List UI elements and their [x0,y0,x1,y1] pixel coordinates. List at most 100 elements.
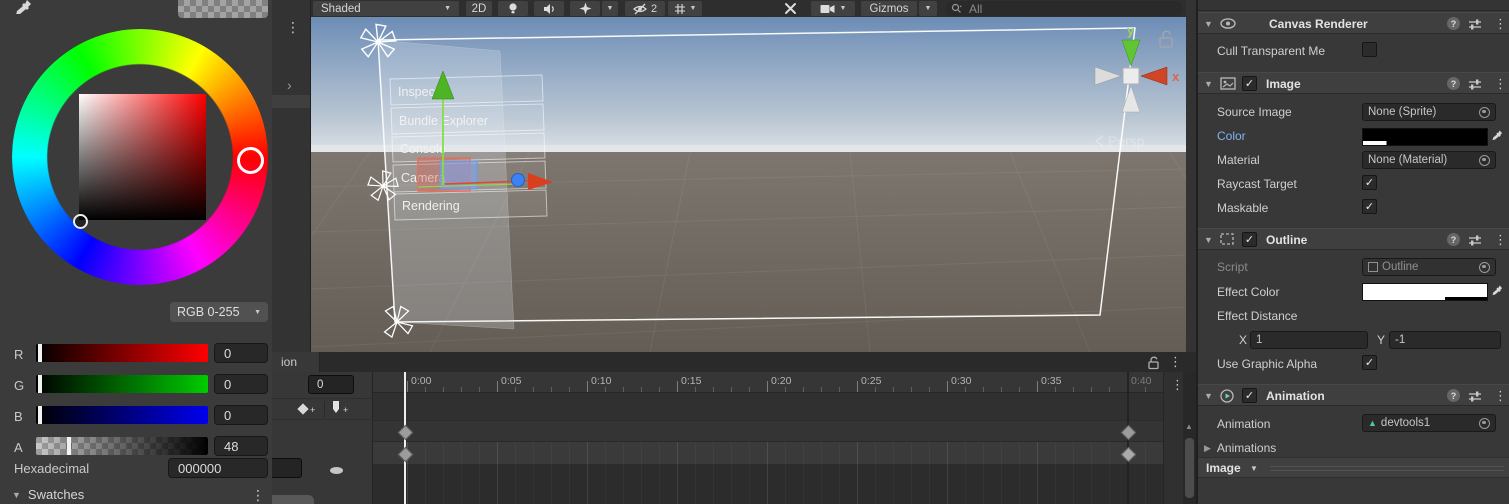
eyedropper-icon[interactable] [1490,283,1504,297]
gizmo-center-handle[interactable] [512,174,525,187]
timeline-ruler[interactable]: 0:00 0:05 0:10 0:15 0:20 0:25 0:30 0:35 … [373,372,1163,393]
animation-tab[interactable]: ion [272,352,320,372]
animation-enabled-checkbox[interactable]: ✓ [1242,388,1257,403]
scene-viewport[interactable]: Inspector Bundle Explorer Console Camera… [310,17,1186,352]
shading-mode-dropdown[interactable]: Shaded ▼ [313,1,459,16]
green-value-field[interactable]: 0 [214,374,268,394]
cull-transparent-label: Cull Transparent Me [1217,44,1325,58]
toggle-2d-button[interactable]: 2D [466,1,492,16]
foldout-arrow-icon[interactable]: ▼ [1204,391,1213,401]
swatches-foldout[interactable]: ▼ Swatches [12,487,84,502]
canvas-renderer-header[interactable]: ▼ Canvas Renderer ? ⋮ [1198,12,1509,34]
gizmos-dropdown[interactable]: Gizmos [861,1,917,16]
kebab-menu-icon[interactable]: ⋮ [1494,76,1507,92]
object-picker-icon[interactable] [1479,262,1490,273]
hidden-objects-button[interactable]: 2 [625,1,665,16]
object-picker-icon[interactable] [1479,107,1490,118]
material-label: Material [1217,153,1260,167]
source-image-field[interactable]: None (Sprite) [1362,103,1496,121]
lock-icon[interactable] [1146,355,1161,370]
use-graphic-alpha-label: Use Graphic Alpha [1217,357,1317,371]
image-enabled-checkbox[interactable]: ✓ [1242,76,1257,91]
object-picker-icon[interactable] [1479,155,1490,166]
component-title: Canvas Renderer [1269,17,1368,31]
blue-slider[interactable] [36,406,208,424]
help-icon[interactable]: ? [1447,233,1460,246]
plus-icon: + [343,405,348,415]
outline-header[interactable]: ▼ ✓ Outline ? ⋮ [1198,228,1509,250]
hexadecimal-field[interactable]: 000000 [168,458,268,478]
cull-transparent-checkbox[interactable] [1362,42,1377,57]
eyedropper-icon[interactable] [1490,128,1504,142]
light-bulb-icon [507,2,519,15]
frame-field[interactable]: 0 [308,375,354,394]
curve-dot [330,467,343,474]
kebab-menu-icon[interactable]: ⋮ [1494,232,1507,248]
tools-icon [784,2,797,15]
expand-chevron-icon[interactable]: › [287,77,292,93]
use-graphic-alpha-checkbox[interactable]: ✓ [1362,355,1377,370]
scene-lighting-button[interactable] [498,1,528,16]
outline-enabled-checkbox[interactable]: ✓ [1242,232,1257,247]
y-field[interactable]: -1 [1389,331,1501,349]
foldout-arrow-icon[interactable]: ▼ [1204,19,1213,29]
color-swatch[interactable] [1362,128,1488,146]
image-header[interactable]: ▼ ✓ Image ? ⋮ [1198,72,1509,94]
effect-color-swatch[interactable] [1362,283,1488,301]
scene-tools-button[interactable] [775,1,805,16]
add-event-button[interactable]: + [332,400,354,418]
orientation-center-cube[interactable] [1123,68,1139,84]
red-value-field[interactable]: 0 [214,343,268,363]
maskable-checkbox[interactable]: ✓ [1362,199,1377,214]
alpha-value-field[interactable]: 48 [214,436,268,456]
scene-audio-button[interactable] [534,1,564,16]
add-keyframe-button[interactable]: + [296,402,318,417]
timeline-track-row-1[interactable] [373,420,1163,442]
image-bar-label: Image [1206,461,1241,475]
tick-0-40: 0:40 [1131,375,1151,387]
gizmos-chevron[interactable]: ▼ [919,1,937,16]
saturation-value-selector[interactable] [73,214,88,229]
script-label: Script [1217,260,1248,274]
material-field[interactable]: None (Material) [1362,151,1496,169]
scene-search-field[interactable]: All [945,1,1183,16]
object-picker-icon[interactable] [1479,418,1490,429]
animation-clip-field[interactable]: ▲ devtools1 [1362,414,1496,432]
eyedropper-icon[interactable] [12,0,34,14]
presets-icon[interactable] [1468,390,1482,403]
x-field[interactable]: 1 [1250,331,1368,349]
kebab-menu-icon[interactable]: ⋮ [1494,388,1507,404]
foldout-arrow-icon[interactable]: ▼ [1204,235,1213,245]
blue-value-field[interactable]: 0 [214,405,268,425]
help-icon[interactable]: ? [1447,17,1460,30]
strip-menu-icon[interactable]: ⋮ [286,19,300,36]
scrollbar-thumb[interactable] [1185,438,1194,498]
help-icon[interactable]: ? [1447,77,1460,90]
grid-visibility-dropdown[interactable]: ▼ [668,1,702,16]
raycast-target-checkbox[interactable]: ✓ [1362,175,1377,190]
animation-menu-icon[interactable]: ⋮ [1169,354,1182,370]
help-icon[interactable]: ? [1447,389,1460,402]
color-mode-dropdown[interactable]: RGB 0-255 ▼ [170,302,268,322]
swatches-menu-icon[interactable]: ⋮ [251,487,265,504]
foldout-arrow-icon[interactable]: ▼ [1204,79,1213,89]
alpha-slider[interactable] [36,437,208,455]
saturation-value-box[interactable] [79,94,206,220]
kebab-menu-icon[interactable]: ⋮ [1494,16,1507,32]
presets-icon[interactable] [1468,234,1482,247]
scroll-up-icon[interactable]: ▲ [1185,422,1193,431]
timeline-scrollbar[interactable]: ▲ [1183,372,1196,504]
scene-camera-dropdown[interactable]: ▼ [811,1,855,16]
presets-icon[interactable] [1468,18,1482,31]
animations-foldout[interactable]: ▶ Animations [1204,441,1276,455]
red-slider[interactable] [36,344,208,362]
animation-header[interactable]: ▼ ✓ Animation ? ⋮ [1198,384,1509,406]
image-bar[interactable]: Image ▼ [1198,457,1509,478]
scene-effects-button[interactable] [570,1,600,16]
hue-wheel-selector[interactable] [237,147,264,174]
scene-view[interactable]: Shaded ▼ 2D [310,0,1186,352]
effects-dropdown[interactable]: ▼ [602,1,618,16]
effect-distance-label: Effect Distance [1217,309,1297,323]
green-slider[interactable] [36,375,208,393]
presets-icon[interactable] [1468,78,1482,91]
